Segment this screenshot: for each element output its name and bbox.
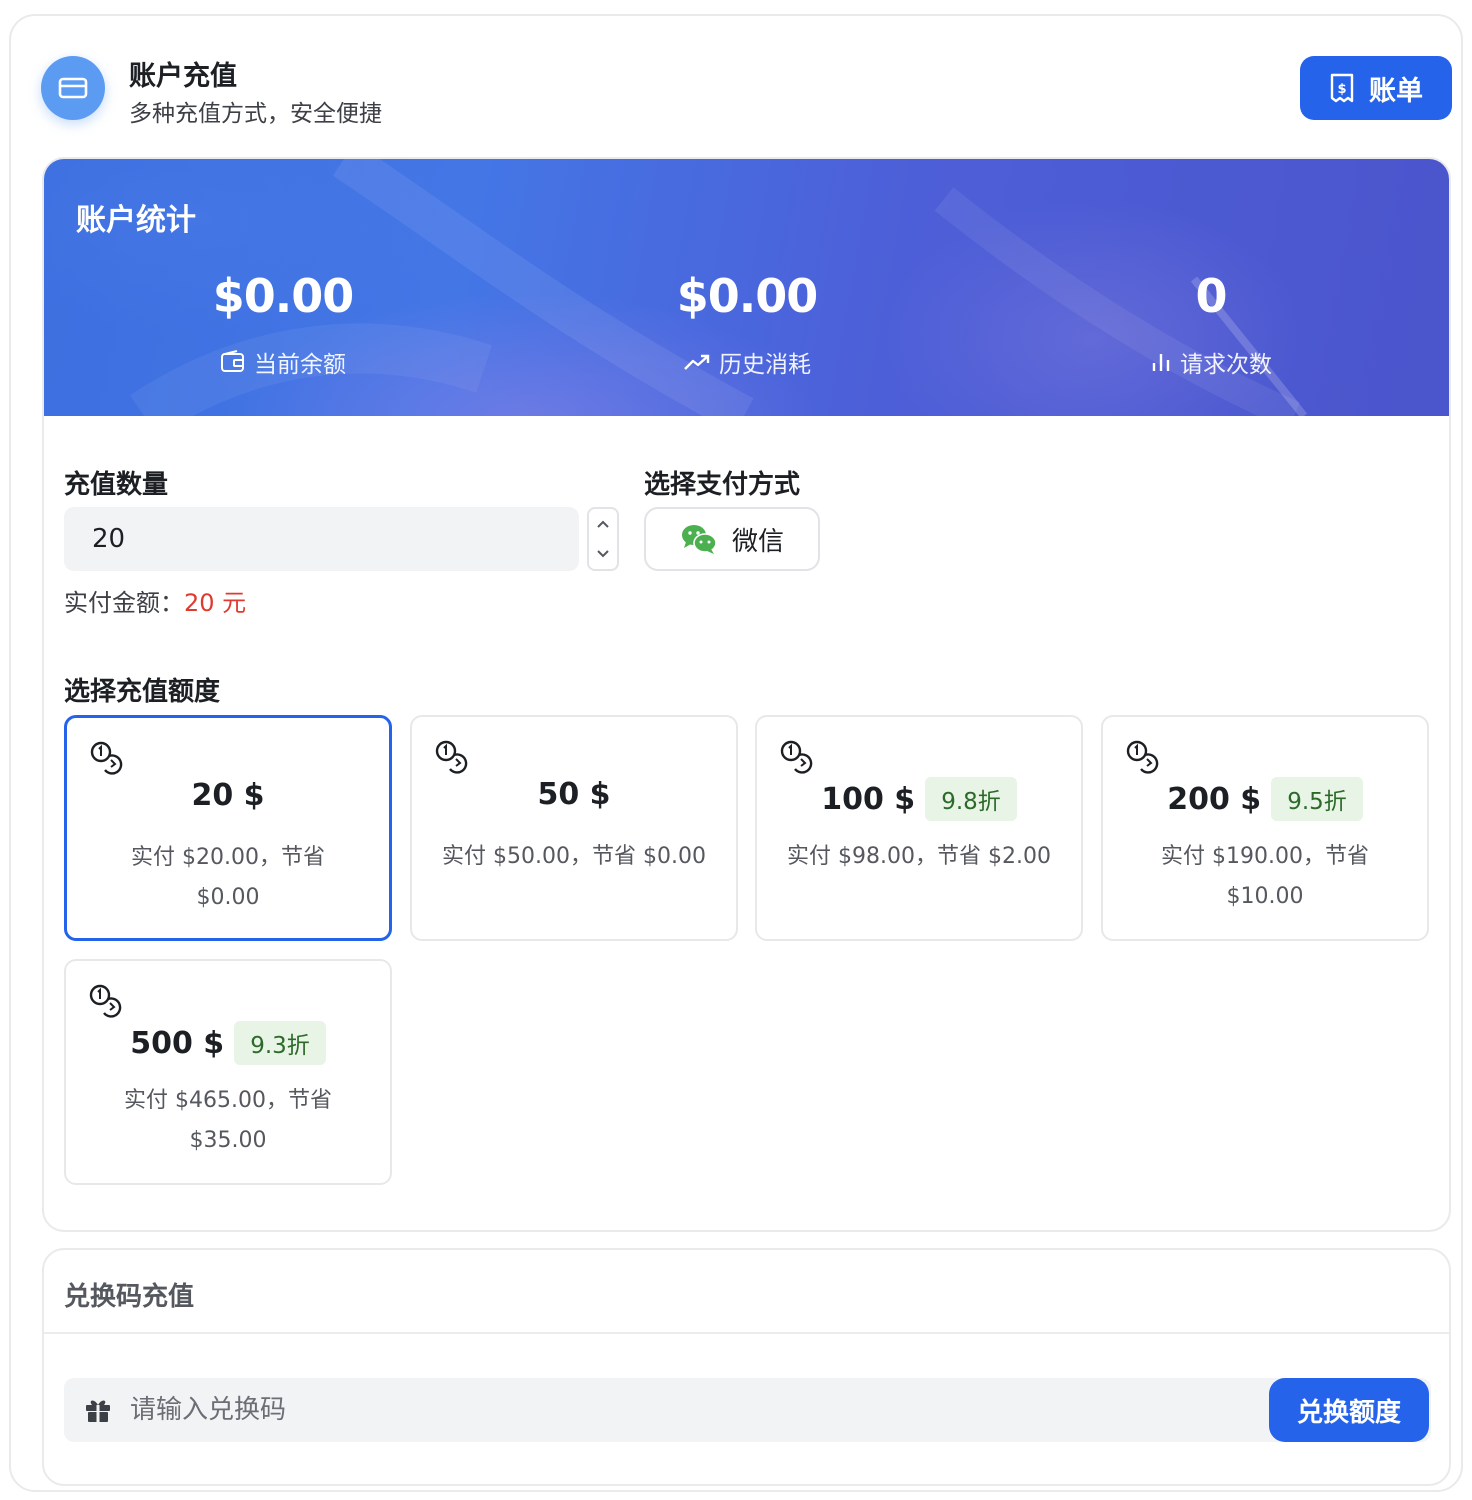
tier-description: 实付 $465.00，节省 $35.00 — [124, 1088, 332, 1153]
tier-amount: 200 $ — [1167, 781, 1262, 817]
stat-consumption-label: 历史消耗 — [719, 352, 811, 378]
quantity-label: 充值数量 — [64, 470, 169, 500]
stat-balance: $0.00 当前余额 — [133, 269, 433, 379]
chevron-down-icon[interactable] — [596, 549, 610, 559]
bar-chart-icon — [1152, 354, 1170, 371]
coins-icon — [89, 984, 122, 1018]
coins-icon — [1126, 740, 1159, 774]
coins-icon — [435, 740, 468, 774]
wechat-pay-label: 微信 — [731, 526, 784, 557]
stat-balance-label: 当前余额 — [254, 352, 346, 378]
actual-payment-prefix: 实付金额： — [64, 589, 184, 617]
stats-title: 账户统计 — [76, 203, 196, 238]
receipt-icon: $ — [1330, 73, 1354, 103]
stat-requests-label-row: 请求次数 — [1061, 345, 1361, 379]
quantity-stepper[interactable] — [587, 507, 619, 571]
discount-badge: 9.3折 — [234, 1021, 326, 1065]
wechat-pay-button[interactable]: 微信 — [644, 507, 820, 571]
tier-head: 500 $ 9.3折 — [66, 1021, 390, 1065]
bill-button-label: 账单 — [1369, 75, 1423, 107]
tier-head: 100 $ 9.8折 — [757, 777, 1081, 821]
tier-amount: 500 $ — [130, 1025, 225, 1061]
divider — [44, 1332, 1449, 1334]
tier-amount: 100 $ — [821, 781, 916, 817]
tier-label: 选择充值额度 — [64, 677, 221, 707]
tier-description: 实付 $20.00，节省 $0.00 — [131, 845, 325, 910]
stat-requests: 0 请求次数 — [1061, 269, 1361, 379]
tier-card-500[interactable]: 500 $ 9.3折 实付 $465.00，节省 $35.00 — [64, 959, 392, 1185]
svg-text:$: $ — [1337, 82, 1346, 97]
page-subtitle: 多种充值方式，安全便捷 — [129, 101, 382, 127]
tier-head: 20 $ — [67, 778, 389, 813]
actual-payment: 实付金额：20 元 — [64, 583, 246, 618]
redeem-code-input[interactable] — [130, 1378, 1230, 1442]
tier-card-200[interactable]: 200 $ 9.5折 实付 $190.00，节省 $10.00 — [1101, 715, 1429, 941]
trend-up-icon — [684, 354, 710, 370]
tier-card-50[interactable]: 50 $ 实付 $50.00，节省 $0.00 — [410, 715, 738, 941]
recharge-card: 账户统计 $0.00 当前余额 $0.00 历史消耗 0 请求次数 充值数量 2… — [42, 157, 1451, 1232]
credit-card-icon — [58, 77, 88, 99]
stat-consumption: $0.00 历史消耗 — [597, 269, 897, 379]
discount-badge: 9.5折 — [1271, 777, 1363, 821]
card-avatar — [41, 56, 105, 120]
tier-description: 实付 $50.00，节省 $0.00 — [442, 844, 706, 869]
quantity-input[interactable] — [64, 507, 579, 571]
tier-head: 50 $ — [412, 777, 736, 812]
actual-payment-amount: 20 元 — [184, 589, 247, 617]
payment-label: 选择支付方式 — [644, 470, 801, 500]
stat-requests-value: 0 — [1195, 269, 1227, 323]
coins-icon — [90, 741, 123, 775]
page-container: 账户充值 多种充值方式，安全便捷 $ 账单 账户统计 $0.00 当前余额 $0… — [9, 14, 1463, 1492]
stat-requests-label: 请求次数 — [1180, 352, 1272, 378]
stat-balance-label-row: 当前余额 — [133, 345, 433, 379]
bill-button[interactable]: $ 账单 — [1300, 56, 1452, 120]
stat-consumption-value: $0.00 — [676, 269, 819, 323]
tier-amount: 20 $ — [191, 778, 265, 813]
page-title: 账户充值 — [129, 61, 237, 92]
redeem-button[interactable]: 兑换额度 — [1269, 1378, 1429, 1442]
tier-description: 实付 $98.00，节省 $2.00 — [787, 844, 1051, 869]
wallet-icon — [221, 350, 244, 372]
redeem-card: 兑换码充值 兑换额度 — [42, 1248, 1451, 1486]
stat-consumption-label-row: 历史消耗 — [597, 345, 897, 379]
coins-icon — [780, 740, 813, 774]
tier-amount: 50 $ — [537, 777, 611, 812]
redeem-input-wrapper — [64, 1378, 1431, 1442]
stat-balance-value: $0.00 — [212, 269, 355, 323]
stats-banner: 账户统计 $0.00 当前余额 $0.00 历史消耗 0 请求次数 — [44, 159, 1449, 416]
tier-head: 200 $ 9.5折 — [1103, 777, 1427, 821]
discount-badge: 9.8折 — [925, 777, 1017, 821]
wechat-icon — [681, 525, 717, 554]
tier-card-100[interactable]: 100 $ 9.8折 实付 $98.00，节省 $2.00 — [755, 715, 1083, 941]
chevron-up-icon[interactable] — [596, 519, 610, 529]
tier-card-20[interactable]: 20 $ 实付 $20.00，节省 $0.00 — [64, 715, 392, 941]
tier-description: 实付 $190.00，节省 $10.00 — [1161, 844, 1369, 909]
gift-icon — [86, 1400, 110, 1422]
redeem-title: 兑换码充值 — [64, 1282, 195, 1312]
